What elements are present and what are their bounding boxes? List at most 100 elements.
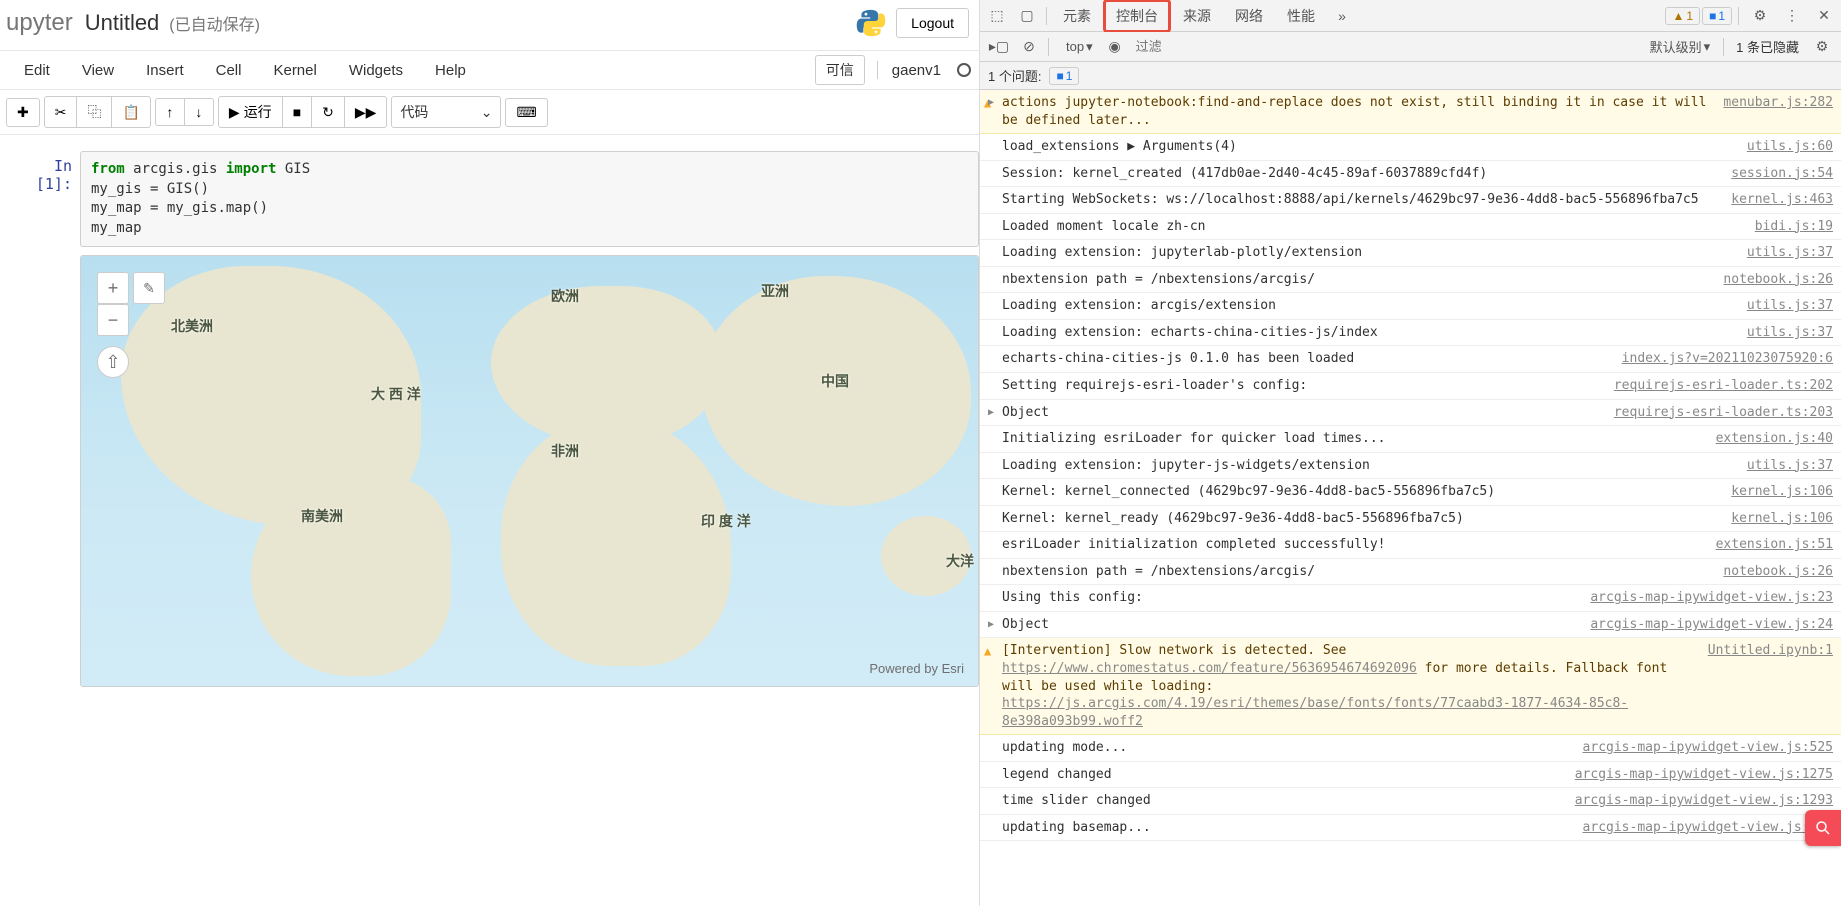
eye-icon[interactable]: ◉ — [1102, 34, 1128, 60]
source-link[interactable]: requirejs-esri-loader.ts:202 — [1614, 377, 1833, 395]
source-link[interactable]: notebook.js:26 — [1723, 271, 1833, 289]
paste-button[interactable]: 📋 — [111, 96, 150, 128]
console-message[interactable]: Starting WebSockets: ws://localhost:8888… — [980, 187, 1841, 214]
console-message[interactable]: time slider changedarcgis-map-ipywidget-… — [980, 788, 1841, 815]
menu-widgets[interactable]: Widgets — [333, 56, 419, 85]
menu-help[interactable]: Help — [419, 56, 482, 85]
source-link[interactable]: arcgis-map-ipywidget-view.js:1293 — [1575, 792, 1833, 810]
tab-sources[interactable]: 来源 — [1171, 0, 1223, 32]
console-message[interactable]: nbextension path = /nbextensions/arcgis/… — [980, 559, 1841, 586]
console-message[interactable]: Setting requirejs-esri-loader's config:r… — [980, 373, 1841, 400]
notebook-title[interactable]: Untitled — [85, 10, 160, 36]
source-link[interactable]: extension.js:51 — [1716, 536, 1833, 554]
tab-elements[interactable]: 元素 — [1051, 0, 1103, 32]
tabs-overflow-icon[interactable]: » — [1329, 3, 1355, 29]
console-message[interactable]: nbextension path = /nbextensions/arcgis/… — [980, 267, 1841, 294]
source-link[interactable]: menubar.js:282 — [1723, 94, 1833, 129]
tab-performance[interactable]: 性能 — [1275, 0, 1327, 32]
console-message[interactable]: ▶Objectrequirejs-esri-loader.ts:203 — [980, 400, 1841, 427]
clear-console-icon[interactable]: ⊘ — [1016, 34, 1042, 60]
map-output[interactable]: 北美洲 欧洲 亚洲 中国 非洲 南美洲 大 西 洋 印 度 洋 大洋 + − ⇧… — [80, 255, 979, 687]
zoom-out-button[interactable]: − — [97, 304, 129, 336]
source-link[interactable]: utils.js:37 — [1747, 297, 1833, 315]
settings-icon[interactable]: ⚙ — [1747, 3, 1773, 29]
source-link[interactable]: arcgis-map-ipywidget-view.js:525 — [1583, 739, 1833, 757]
source-link[interactable]: kernel.js:106 — [1731, 483, 1833, 501]
console-message[interactable]: Session: kernel_created (417db0ae-2d40-4… — [980, 161, 1841, 188]
console-message[interactable]: esriLoader initialization completed succ… — [980, 532, 1841, 559]
sidebar-toggle-icon[interactable]: ▸▢ — [986, 34, 1012, 60]
console-message[interactable]: Loading extension: arcgis/extensionutils… — [980, 293, 1841, 320]
map-canvas[interactable]: 北美洲 欧洲 亚洲 中国 非洲 南美洲 大 西 洋 印 度 洋 大洋 + − ⇧… — [81, 256, 978, 686]
source-link[interactable]: arcgis-map-ipywidget-view.js:23 — [1590, 589, 1833, 607]
hidden-count[interactable]: 1 条已隐藏 — [1730, 37, 1805, 56]
cut-button[interactable]: ✂ — [44, 96, 78, 128]
source-link[interactable]: utils.js:37 — [1747, 457, 1833, 475]
copy-button[interactable]: ⿻ — [76, 96, 112, 128]
menu-view[interactable]: View — [66, 56, 130, 85]
add-cell-button[interactable]: ✚ — [6, 98, 40, 127]
level-select[interactable]: 默认级别 ▾ — [1643, 34, 1718, 59]
trust-badge[interactable]: 可信 — [815, 55, 865, 85]
source-link[interactable]: index.js?v=20211023075920:6 — [1622, 350, 1833, 368]
source-link[interactable]: requirejs-esri-loader.ts:203 — [1614, 404, 1833, 422]
source-link[interactable]: extension.js:40 — [1716, 430, 1833, 448]
console-message[interactable]: load_extensions ▶ Arguments(4)utils.js:6… — [980, 134, 1841, 161]
tab-console[interactable]: 控制台 — [1103, 0, 1171, 33]
console-message[interactable]: updating mode...arcgis-map-ipywidget-vie… — [980, 735, 1841, 762]
close-icon[interactable]: ✕ — [1811, 3, 1837, 29]
source-link[interactable]: utils.js:37 — [1747, 244, 1833, 262]
sketch-button[interactable]: ✎ — [133, 272, 165, 304]
command-palette-button[interactable]: ⌨ — [505, 98, 547, 127]
logout-button[interactable]: Logout — [896, 8, 969, 38]
console-message[interactable]: ▲▶actions jupyter-notebook:find-and-repl… — [980, 90, 1841, 134]
info-badge[interactable]: ■1 — [1702, 7, 1732, 25]
tab-network[interactable]: 网络 — [1223, 0, 1275, 32]
source-link[interactable]: session.js:54 — [1731, 165, 1833, 183]
menu-icon[interactable]: ⋮ — [1779, 3, 1805, 29]
inspect-icon[interactable]: ⬚ — [984, 3, 1010, 29]
code-input[interactable]: from arcgis.gis import GIS my_gis = GIS(… — [80, 151, 979, 247]
source-link[interactable]: kernel.js:463 — [1731, 191, 1833, 209]
console-message[interactable]: ▶Objectarcgis-map-ipywidget-view.js:24 — [980, 612, 1841, 639]
source-link[interactable]: utils.js:60 — [1747, 138, 1833, 156]
expand-caret-icon[interactable]: ▶ — [988, 406, 994, 420]
console-message[interactable]: updating basemap...arcgis-map-ipywidget-… — [980, 815, 1841, 842]
screenshot-fab[interactable] — [1805, 810, 1841, 846]
console-message[interactable]: Loading extension: jupyterlab-plotly/ext… — [980, 240, 1841, 267]
warnings-badge[interactable]: ▲1 — [1665, 7, 1700, 25]
console-message[interactable]: Kernel: kernel_connected (4629bc97-9e36-… — [980, 479, 1841, 506]
filter-input[interactable] — [1130, 37, 1290, 56]
celltype-select[interactable]: 代码⌄ — [391, 96, 501, 128]
interrupt-button[interactable]: ■ — [282, 96, 312, 128]
source-link[interactable]: arcgis-map-ipywidget-view.js:497 — [1583, 819, 1833, 837]
console-message[interactable]: Initializing esriLoader for quicker load… — [980, 426, 1841, 453]
code-cell[interactable]: In [1]: from arcgis.gis import GIS my_gi… — [10, 151, 979, 247]
issues-count-badge[interactable]: ■1 — [1049, 67, 1079, 85]
source-link[interactable]: utils.js:37 — [1747, 324, 1833, 342]
restart-run-all-button[interactable]: ▶▶ — [344, 96, 388, 128]
menu-edit[interactable]: Edit — [8, 56, 66, 85]
expand-caret-icon[interactable]: ▶ — [988, 618, 994, 632]
menu-kernel[interactable]: Kernel — [257, 56, 332, 85]
console-message[interactable]: ▲[Intervention] Slow network is detected… — [980, 638, 1841, 735]
console-message[interactable]: legend changedarcgis-map-ipywidget-view.… — [980, 762, 1841, 789]
source-link[interactable]: bidi.js:19 — [1755, 218, 1833, 236]
zoom-in-button[interactable]: + — [97, 272, 129, 304]
console-message[interactable]: Loading extension: jupyter-js-widgets/ex… — [980, 453, 1841, 480]
restart-button[interactable]: ↻ — [311, 96, 345, 128]
menu-cell[interactable]: Cell — [200, 56, 258, 85]
run-button[interactable]: ▶ 运行 — [218, 96, 283, 128]
console-log[interactable]: ▲▶actions jupyter-notebook:find-and-repl… — [980, 90, 1841, 906]
console-message[interactable]: Loading extension: echarts-china-cities-… — [980, 320, 1841, 347]
menu-insert[interactable]: Insert — [130, 56, 200, 85]
move-up-button[interactable]: ↑ — [155, 98, 185, 126]
source-link[interactable]: Untitled.ipynb:1 — [1708, 642, 1833, 730]
console-message[interactable]: Using this config:arcgis-map-ipywidget-v… — [980, 585, 1841, 612]
console-message[interactable]: Loaded moment locale zh-cnbidi.js:19 — [980, 214, 1841, 241]
console-message[interactable]: Kernel: kernel_ready (4629bc97-9e36-4dd8… — [980, 506, 1841, 533]
source-link[interactable]: kernel.js:106 — [1731, 510, 1833, 528]
gear-icon[interactable]: ⚙ — [1809, 34, 1835, 60]
source-link[interactable]: notebook.js:26 — [1723, 563, 1833, 581]
console-message[interactable]: echarts-china-cities-js 0.1.0 has been l… — [980, 346, 1841, 373]
